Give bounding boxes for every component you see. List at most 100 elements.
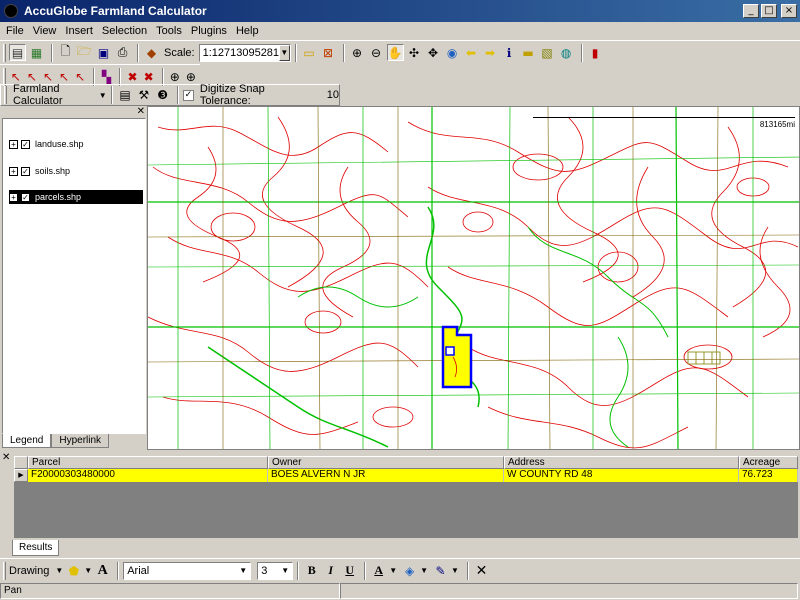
chevron-down-icon[interactable]: ▼	[389, 566, 397, 575]
scale-combo[interactable]: 1:12713095281 ▼	[198, 43, 291, 62]
window-title: AccuGlobe Farmland Calculator	[24, 4, 207, 18]
maximize-button[interactable]: □	[761, 4, 777, 18]
expand-plus-icon[interactable]: +	[9, 192, 18, 202]
tools-icon[interactable]: ⚒	[135, 87, 152, 104]
font-size-value: 3	[261, 564, 268, 577]
shape-tool-icon[interactable]: ⬟	[65, 562, 82, 579]
chevron-down-icon[interactable]: ▼	[99, 91, 107, 100]
chevron-down-icon[interactable]: ▼	[278, 563, 292, 579]
tab-legend[interactable]: Legend	[2, 434, 52, 448]
fill-color-icon[interactable]: ◈	[401, 562, 418, 579]
zoom-out-icon[interactable]: ⊖	[368, 44, 385, 61]
toolbar-grip	[3, 43, 6, 62]
add-layer-icon[interactable]: ◆	[143, 44, 160, 61]
toolbar-grip	[3, 67, 6, 86]
text-tool-icon[interactable]: A	[94, 562, 111, 579]
select-by-layer-icon[interactable]: ▚	[99, 68, 113, 85]
zoom-fixed-out-icon[interactable]: ✥	[425, 44, 442, 61]
results-close-icon[interactable]: ✕	[2, 452, 10, 463]
results-panel: ✕ Parcel Owner Address Acreage ▶ F200003…	[0, 450, 800, 558]
save-icon[interactable]: ▣	[95, 44, 112, 61]
selected-parcel[interactable]	[441, 325, 473, 389]
toolbar-separator	[580, 43, 583, 62]
font-color-icon[interactable]: A	[370, 562, 387, 579]
zoom-fixed-in-icon[interactable]: ✣	[406, 44, 423, 61]
row-indicator-icon[interactable]: ▶	[14, 469, 28, 482]
pan-to-selected-icon[interactable]: ⊕	[184, 68, 198, 85]
new-file-icon[interactable]: 🗋	[57, 44, 74, 61]
map-tips-icon[interactable]: ▧	[539, 44, 556, 61]
italic-icon[interactable]: I	[322, 562, 339, 579]
minimize-button[interactable]: _	[743, 4, 759, 18]
layer-landuse[interactable]: + ✓ landuse.shp	[9, 137, 143, 151]
map-canvas[interactable]	[148, 107, 800, 450]
chart-icon[interactable]: ▮	[587, 44, 604, 61]
select-rectangle-icon[interactable]: ▭	[301, 44, 318, 61]
back-arrow-icon[interactable]: ⬅	[463, 44, 480, 61]
column-header-owner[interactable]: Owner	[268, 456, 504, 469]
layer-visibility-checkbox[interactable]: ✓	[21, 192, 30, 202]
open-folder-icon[interactable]: 🗁	[76, 44, 93, 61]
menu-selection[interactable]: Selection	[102, 25, 147, 37]
chevron-down-icon[interactable]: ▼	[236, 563, 250, 579]
internet-globe-icon[interactable]: ◍	[558, 44, 575, 61]
zoom-to-selected-icon[interactable]: ⊕	[168, 68, 182, 85]
layer-visibility-checkbox[interactable]: ✓	[21, 139, 30, 149]
close-button[interactable]: ×	[781, 4, 797, 18]
menu-help[interactable]: Help	[236, 25, 259, 37]
clear-selection-icon[interactable]: ⊠	[320, 44, 337, 61]
results-table-icon[interactable]: ▤	[117, 87, 134, 104]
toolbar-grip	[4, 86, 7, 104]
menu-file[interactable]: File	[6, 25, 24, 37]
tab-hyperlink[interactable]: Hyperlink	[51, 434, 110, 448]
underline-icon[interactable]: U	[341, 562, 358, 579]
catalog-icon[interactable]: ▦	[28, 44, 45, 61]
bold-icon[interactable]: B	[303, 562, 320, 579]
snap-tolerance-value[interactable]: 10	[327, 89, 339, 101]
pan-hand-icon[interactable]: ✋	[386, 44, 404, 61]
print-icon[interactable]: ⎙	[114, 44, 131, 61]
toolbar-separator	[177, 86, 180, 104]
menu-insert[interactable]: Insert	[65, 25, 93, 37]
chevron-down-icon[interactable]: ▼	[420, 566, 428, 575]
line-color-icon[interactable]: ✎	[432, 562, 449, 579]
menu-tools[interactable]: Tools	[156, 25, 182, 37]
legend-toggle-icon[interactable]: ▤	[9, 44, 26, 61]
column-header-parcel[interactable]: Parcel	[28, 456, 268, 469]
table-row[interactable]: ▶ F20000303480000 BOES ALVERN N JR W COU…	[14, 469, 798, 482]
column-header-address[interactable]: Address	[504, 456, 739, 469]
menu-plugins[interactable]: Plugins	[191, 25, 227, 37]
layer-visibility-checkbox[interactable]: ✓	[21, 166, 30, 176]
about-icon[interactable]: ❸	[154, 87, 171, 104]
font-combo[interactable]: Arial ▼	[123, 561, 252, 580]
chevron-down-icon[interactable]: ▼	[279, 44, 290, 61]
expand-plus-icon[interactable]: +	[9, 166, 18, 176]
main-toolbar: ▤ ▦ 🗋 🗁 ▣ ⎙ ◆ Scale: 1:12713095281 ▼ ▭ ⊠…	[0, 40, 800, 64]
status-text: Pan	[0, 583, 340, 599]
tab-results[interactable]: Results	[12, 540, 60, 556]
legend-close-icon[interactable]: ✕	[137, 106, 145, 117]
full-extent-globe-icon[interactable]: ◉	[444, 44, 461, 61]
clear-all-icon[interactable]: ✖	[142, 68, 156, 85]
zoom-in-icon[interactable]: ⊕	[349, 44, 366, 61]
toolbar-separator	[364, 561, 367, 580]
menu-view[interactable]: View	[33, 25, 57, 37]
clear-select-icon[interactable]: ✖	[125, 68, 139, 85]
chevron-down-icon[interactable]: ▼	[55, 566, 63, 575]
layer-soils[interactable]: + ✓ soils.shp	[9, 164, 143, 178]
identify-icon[interactable]: ℹ	[501, 44, 518, 61]
drawing-menu[interactable]: Drawing	[9, 565, 49, 577]
column-header-acreage[interactable]: Acreage	[739, 456, 798, 469]
chevron-down-icon[interactable]: ▼	[451, 566, 459, 575]
status-bar: Pan	[0, 582, 800, 600]
chevron-down-icon[interactable]: ▼	[84, 566, 92, 575]
plugin-combo[interactable]: Farmland Calculator ▼	[10, 83, 107, 107]
expand-plus-icon[interactable]: +	[9, 139, 18, 149]
forward-arrow-icon[interactable]: ➡	[482, 44, 499, 61]
snap-checkbox[interactable]: ✓	[183, 89, 194, 101]
measure-icon[interactable]: ▬	[520, 44, 537, 61]
font-size-combo[interactable]: 3 ▼	[257, 561, 294, 580]
layer-parcels[interactable]: + ✓ parcels.shp	[9, 190, 143, 204]
delete-graphics-icon[interactable]: ✕	[473, 562, 490, 579]
map-view[interactable]: 813165mi	[147, 106, 800, 450]
